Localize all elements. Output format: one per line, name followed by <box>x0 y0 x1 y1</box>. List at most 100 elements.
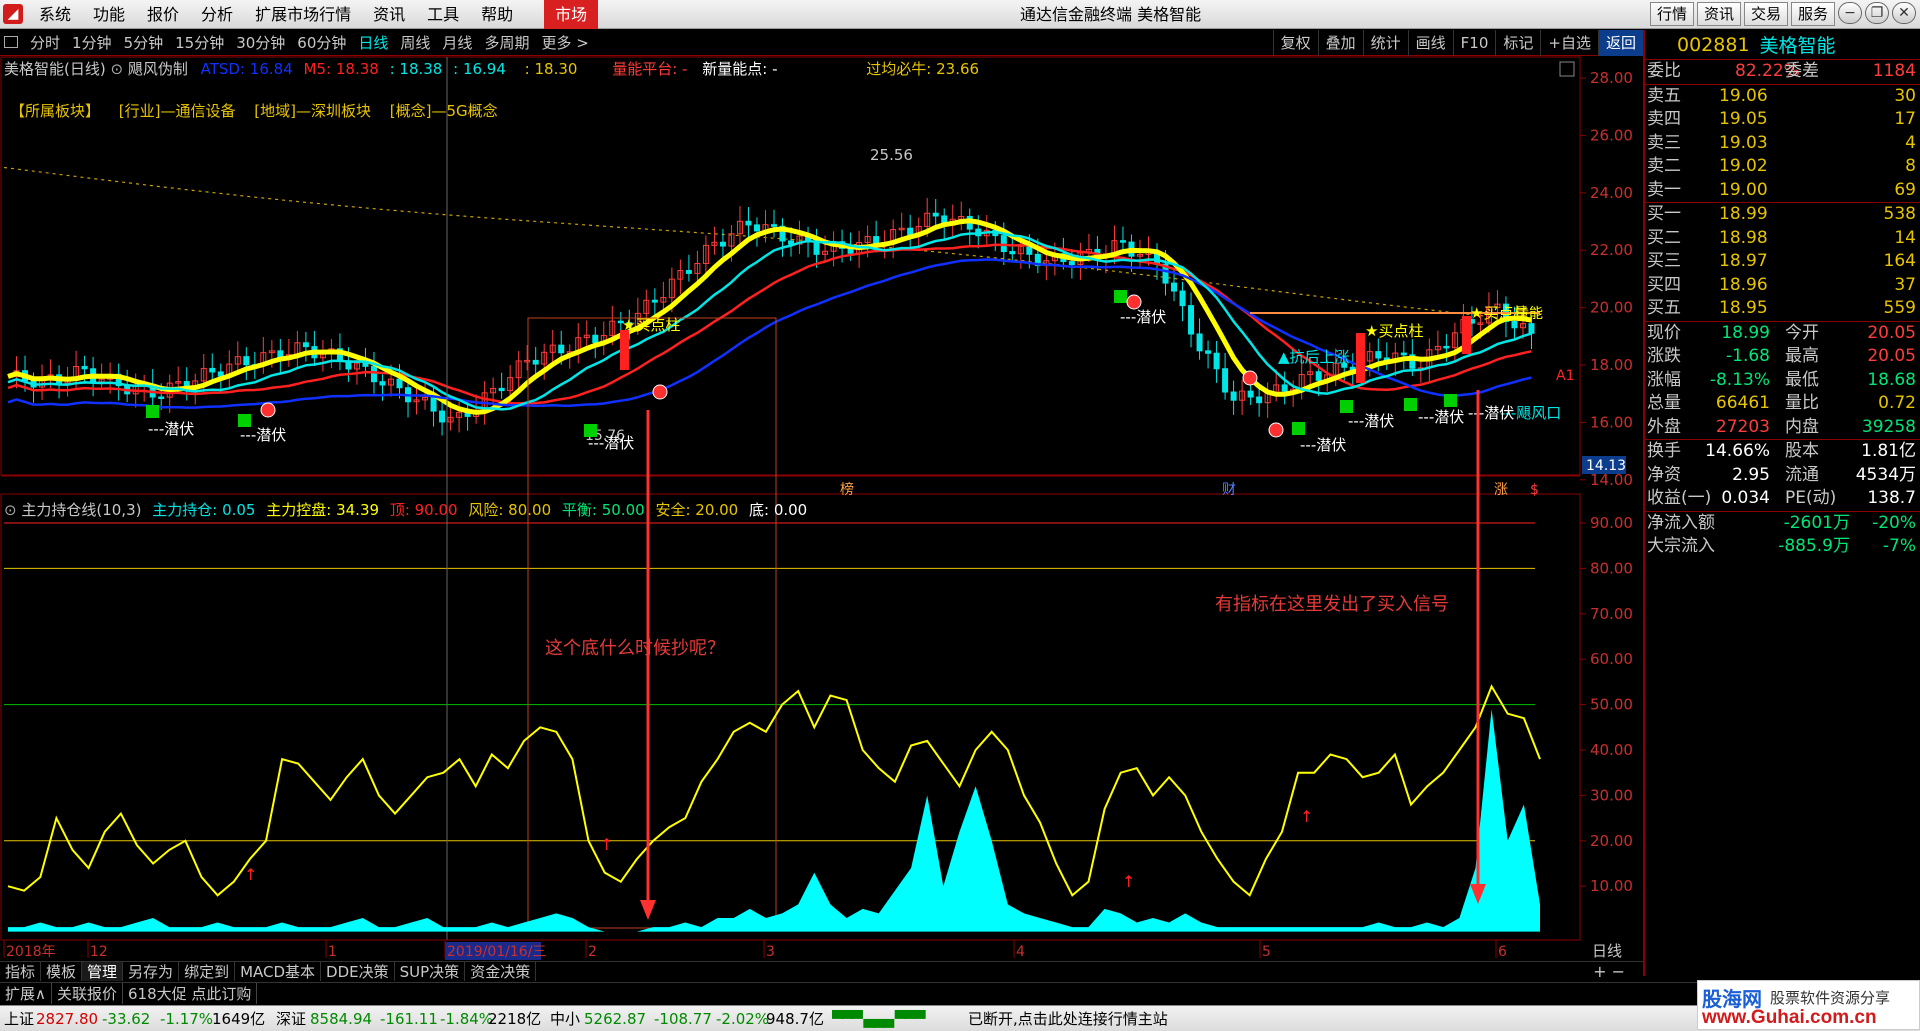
info-button[interactable]: 资讯 <box>1696 2 1741 26</box>
period-60min[interactable]: 60分钟 <box>291 30 352 56</box>
x-axis-label: 2 <box>588 944 597 960</box>
candle-body <box>1196 333 1203 352</box>
flow-label: 大宗流入 <box>1647 536 1715 556</box>
service-button[interactable]: 服务 <box>1790 2 1835 26</box>
restore-icon[interactable]: ❐ <box>1865 2 1889 24</box>
f10-button[interactable]: F10 <box>1452 30 1496 56</box>
candle-body <box>771 224 777 227</box>
promo-link[interactable]: 618大促 点此订购 <box>123 983 258 1004</box>
sz-percent: -1.84% <box>440 1010 494 1028</box>
resist-rise-label: ▲抗后上涨 <box>1278 348 1350 366</box>
period-weekly[interactable]: 周线 <box>394 30 436 56</box>
stat-value-2: 0.72 <box>1878 393 1916 413</box>
mark-button[interactable]: 标记 <box>1495 30 1540 56</box>
indicator-dropdown-icon[interactable]: ⊙ <box>111 60 124 78</box>
adjust-button[interactable]: 复权 <box>1272 30 1318 56</box>
flow-percent: -20% <box>1872 512 1916 533</box>
sector-region[interactable]: [地域]—深圳板块 <box>254 102 371 120</box>
menu-quote[interactable]: 报价 <box>136 0 190 29</box>
signal-square <box>1340 400 1353 413</box>
bid-row: 买五 18.95 559 <box>1645 297 1920 321</box>
candle-body <box>1315 371 1322 381</box>
draw-line-button[interactable]: 画线 <box>1407 30 1453 56</box>
candle-body <box>1511 320 1518 329</box>
stat-value: 27203 <box>1715 416 1770 437</box>
up-arrow-icon: ↑ <box>1122 872 1135 891</box>
market-breadth-icon: ▀▀▀ ▄▄▄ ▀▀▀ <box>832 1010 925 1028</box>
period-intraday[interactable]: 分时 <box>24 30 66 56</box>
menu-extended-market[interactable]: 扩展市场行情 <box>244 0 362 29</box>
flow-amount: -2601万 <box>1783 512 1850 533</box>
bid-row: 买三 18.97 164 <box>1645 250 1920 274</box>
tab-manage[interactable]: 管理 <box>82 962 124 981</box>
price-axis-label: 26.00 <box>1590 126 1633 144</box>
statistics-button[interactable]: 统计 <box>1362 30 1408 56</box>
back-button[interactable]: 返回 <box>1597 30 1643 56</box>
connection-message[interactable]: 已断开,点击此处连接行情主站 <box>968 1006 1168 1031</box>
candle-body <box>302 342 309 348</box>
period-1min[interactable]: 1分钟 <box>66 30 118 56</box>
period-more[interactable]: 更多 > <box>535 30 594 56</box>
tab-fund[interactable]: 资金决策 <box>465 962 537 981</box>
ask-row: 卖二 19.02 8 <box>1645 155 1920 179</box>
layout-icon[interactable] <box>4 36 18 48</box>
menu-analysis[interactable]: 分析 <box>190 0 244 29</box>
trade-button[interactable]: 交易 <box>1743 2 1788 26</box>
flow-label: 净流入额 <box>1647 512 1715 533</box>
tab-dde[interactable]: DDE决策 <box>321 962 395 981</box>
menu-tools[interactable]: 工具 <box>416 0 470 29</box>
tab-bind[interactable]: 绑定到 <box>179 962 236 981</box>
related-quote-button[interactable]: 关联报价 <box>52 983 123 1004</box>
tab-macd[interactable]: MACD基本 <box>235 962 322 981</box>
quote-button[interactable]: 行情 <box>1649 2 1694 26</box>
menu-function[interactable]: 功能 <box>82 0 136 29</box>
tab-sup[interactable]: SUP决策 <box>395 962 466 981</box>
overlay-button[interactable]: 叠加 <box>1317 30 1363 56</box>
menu-help[interactable]: 帮助 <box>470 0 524 29</box>
add-watchlist-button[interactable]: +自选 <box>1540 30 1598 56</box>
minimize-icon[interactable]: − <box>1838 2 1862 24</box>
sector-concept[interactable]: [概念]—5G概念 <box>390 102 498 120</box>
sector-industry[interactable]: [行业]—通信设备 <box>119 102 236 120</box>
menu-market[interactable]: 市场 <box>544 0 599 29</box>
stat-label-2: 内盘 <box>1785 416 1819 437</box>
dollar-tag: $ <box>1530 482 1539 498</box>
ask-row: 卖四 19.05 17 <box>1645 108 1920 132</box>
x-axis-label: 3 <box>766 944 775 960</box>
period-30min[interactable]: 30分钟 <box>230 30 291 56</box>
share-label: 净资 <box>1647 464 1681 485</box>
buy-column-label: ★买点柱 <box>1365 322 1423 340</box>
main-control-value: 主力控盘: 34.39 <box>266 501 380 519</box>
indicator-header: ⊙ 主力持仓线(10,3) 主力持仓: 0.05 主力控盘: 34.39 顶: … <box>4 499 807 520</box>
stat-row: 现价 18.99 今开 20.05 <box>1645 322 1920 346</box>
close-icon[interactable]: ✕ <box>1892 2 1916 24</box>
stock-name: 美格智能 <box>1759 35 1836 57</box>
period-daily[interactable]: 日线 <box>352 30 394 56</box>
period-5min[interactable]: 5分钟 <box>118 30 170 56</box>
zoom-controls[interactable]: + − <box>1593 962 1625 981</box>
indicator-title[interactable]: 主力持仓线(10,3) <box>21 501 141 519</box>
x-axis-label: 6 <box>1498 944 1507 960</box>
period-monthly[interactable]: 月线 <box>436 30 478 56</box>
candle-body <box>396 378 403 389</box>
volume-platform: 量能平台: - <box>612 60 688 78</box>
stat-label-2: 最高 <box>1785 346 1819 366</box>
sh-change: -33.62 <box>102 1010 151 1028</box>
tab-save-as[interactable]: 另存为 <box>123 962 180 981</box>
candle-body <box>1179 290 1186 307</box>
signal-square <box>1114 290 1127 303</box>
period-15min[interactable]: 15分钟 <box>169 30 230 56</box>
period-multi[interactable]: 多周期 <box>478 30 535 56</box>
menu-system[interactable]: 系统 <box>28 0 82 29</box>
indicator-dropdown-icon-2[interactable]: ⊙ <box>4 501 17 519</box>
period-tabs: 分时 1分钟 5分钟 15分钟 30分钟 60分钟 日线 周线 月线 多周期 更… <box>24 30 595 56</box>
tab-indicator[interactable]: 指标 <box>0 962 42 981</box>
sector-tags: 【所属板块】 [行业]—通信设备 [地域]—深圳板块 [概念]—5G概念 <box>10 100 512 121</box>
stat-label: 涨跌 <box>1647 346 1681 366</box>
indicator-name[interactable]: 飓风伪制 <box>128 60 188 78</box>
zx-value: 5262.87 <box>584 1010 647 1028</box>
menu-info[interactable]: 资讯 <box>362 0 416 29</box>
tab-template[interactable]: 模板 <box>41 962 83 981</box>
expand-button[interactable]: 扩展∧ <box>0 983 52 1004</box>
long-ma-line <box>3 166 1535 322</box>
